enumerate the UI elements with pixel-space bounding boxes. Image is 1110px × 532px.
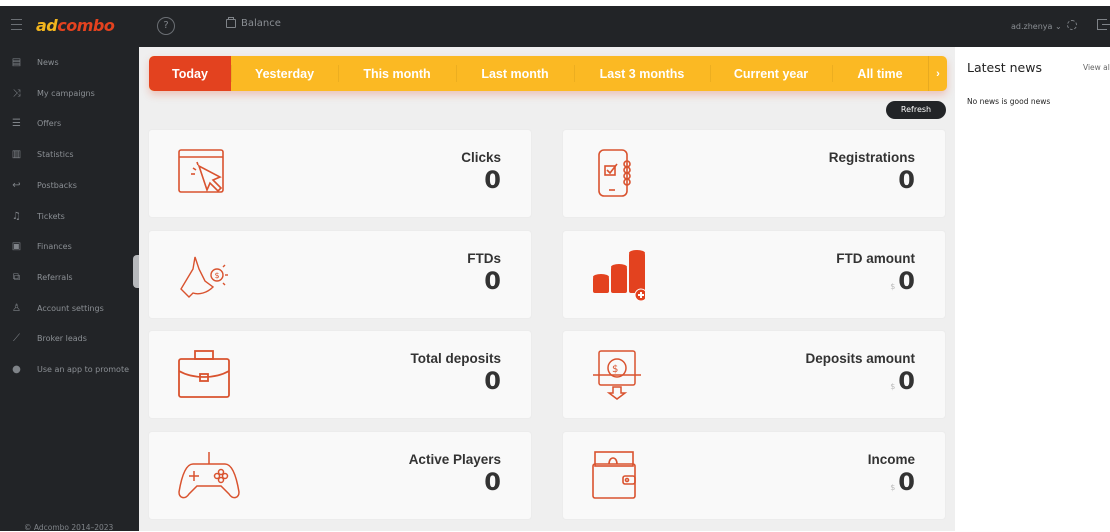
stat-card-active-players: Active Players 0 [148,431,532,520]
stat-card-deposits-amount: $ Deposits amount $0 [562,330,946,419]
sidebar-item-postbacks[interactable]: ↩ Postbacks [0,175,139,195]
news-title: Latest news [967,60,1042,75]
top-header: adcombo ? Balance ad.zhenya ⌄ [0,6,1110,47]
sidebar: ▤ News ⤨ My campaigns ☰ Offers ▥ Statistics … [0,47,139,532]
hierarchy-icon: ⧉ [12,271,21,283]
card-value: $0 [890,367,915,395]
bell-icon: ♫ [12,210,21,222]
wallet-cash-icon [592,451,636,499]
return-arrow-icon: ↩ [12,179,21,191]
sidebar-item-referrals[interactable]: ⧉ Referrals [0,267,139,287]
tab-today[interactable]: Today [149,56,231,91]
card-title: FTD amount [836,251,915,266]
stat-card-income: Income $0 [562,431,946,520]
news-panel: Latest news View all No news is good new… [955,47,1110,531]
view-all-link[interactable]: View all [1083,63,1110,72]
card-value: 0 [484,468,501,496]
stat-card-total-deposits: Total deposits 0 [148,330,532,419]
card-value: $0 [890,267,915,295]
sidebar-item-broker-leads[interactable]: ⟋ Broker leads [0,328,139,348]
shuffle-icon: ⤨ [12,87,21,99]
help-icon[interactable]: ? [157,17,175,35]
card-title: Active Players [408,452,501,467]
news-empty-message: No news is good news [967,97,1051,106]
logout-icon[interactable] [1097,19,1110,30]
user-menu[interactable]: ad.zhenya ⌄ [1011,22,1062,31]
card-value: 0 [484,267,501,295]
tab-yesterday[interactable]: Yesterday [231,56,338,91]
tabs-scroll-right-button[interactable]: › [928,56,947,91]
coin-stacks-icon [593,250,645,301]
adcombo-logo[interactable]: adcombo [36,16,115,35]
wallet-icon: ▣ [11,240,22,252]
card-value: 0 [898,166,915,194]
refresh-button[interactable]: Refresh [886,101,946,119]
phone-checkbox-icon [598,149,631,197]
gamepad-icon [178,452,240,499]
hamburger-menu-icon[interactable] [11,19,22,30]
hand-coin-icon: $ [180,256,228,298]
balance-label: Balance [241,18,281,29]
tab-this-month[interactable]: This month [338,56,456,91]
user-icon: ♙ [12,302,21,314]
svg-text:$: $ [215,271,220,280]
sidebar-item-my-campaigns[interactable]: ⤨ My campaigns [0,83,139,103]
tab-current-year[interactable]: Current year [710,56,832,91]
card-value: 0 [484,367,501,395]
bar-chart-icon: ▥ [11,148,22,160]
card-title: FTDs [467,251,501,266]
chevron-down-icon: ⌄ [1054,22,1062,31]
balance-button[interactable]: Balance [226,17,281,29]
card-value: $0 [890,468,915,496]
card-value: 0 [484,166,501,194]
tab-last-month[interactable]: Last month [456,56,574,91]
stat-card-ftd-amount: FTD amount $0 [562,230,946,319]
sidebar-item-account-settings[interactable]: ♙ Account settings [0,298,139,318]
browser-click-icon [178,149,224,193]
stat-card-clicks: Clicks 0 [148,129,532,218]
newspaper-icon: ▤ [11,56,22,68]
sidebar-item-tickets[interactable]: ♫ Tickets [0,206,139,226]
gear-icon[interactable] [1067,20,1077,30]
card-title: Deposits amount [805,351,915,366]
card-title: Clicks [461,150,501,165]
list-icon: ☰ [12,117,21,129]
sidebar-item-finances[interactable]: ▣ Finances [0,236,139,256]
app-icon: ● [12,363,21,375]
main-content: Today Yesterday This month Last month La… [139,47,955,531]
sidebar-item-use-app[interactable]: ● Use an app to promote [0,359,139,379]
briefcase-icon [178,350,230,398]
sidebar-item-news[interactable]: ▤ News [0,52,139,72]
sidebar-item-statistics[interactable]: ▥ Statistics [0,144,139,164]
card-title: Registrations [828,150,915,165]
period-tabs: Today Yesterday This month Last month La… [149,56,947,91]
sidebar-item-offers[interactable]: ☰ Offers [0,113,139,133]
svg-text:$: $ [612,364,618,375]
tab-all-time[interactable]: All time [832,56,928,91]
money-deposit-icon: $ [593,350,641,400]
tab-last-3-months[interactable]: Last 3 months [574,56,710,91]
wallet-icon [226,17,236,28]
card-title: Total deposits [410,351,501,366]
card-title: Income [867,452,915,467]
trend-chart-icon: ⟋ [13,332,20,344]
stat-card-registrations: Registrations 0 [562,129,946,218]
stat-card-ftds: $ FTDs 0 [148,230,532,319]
